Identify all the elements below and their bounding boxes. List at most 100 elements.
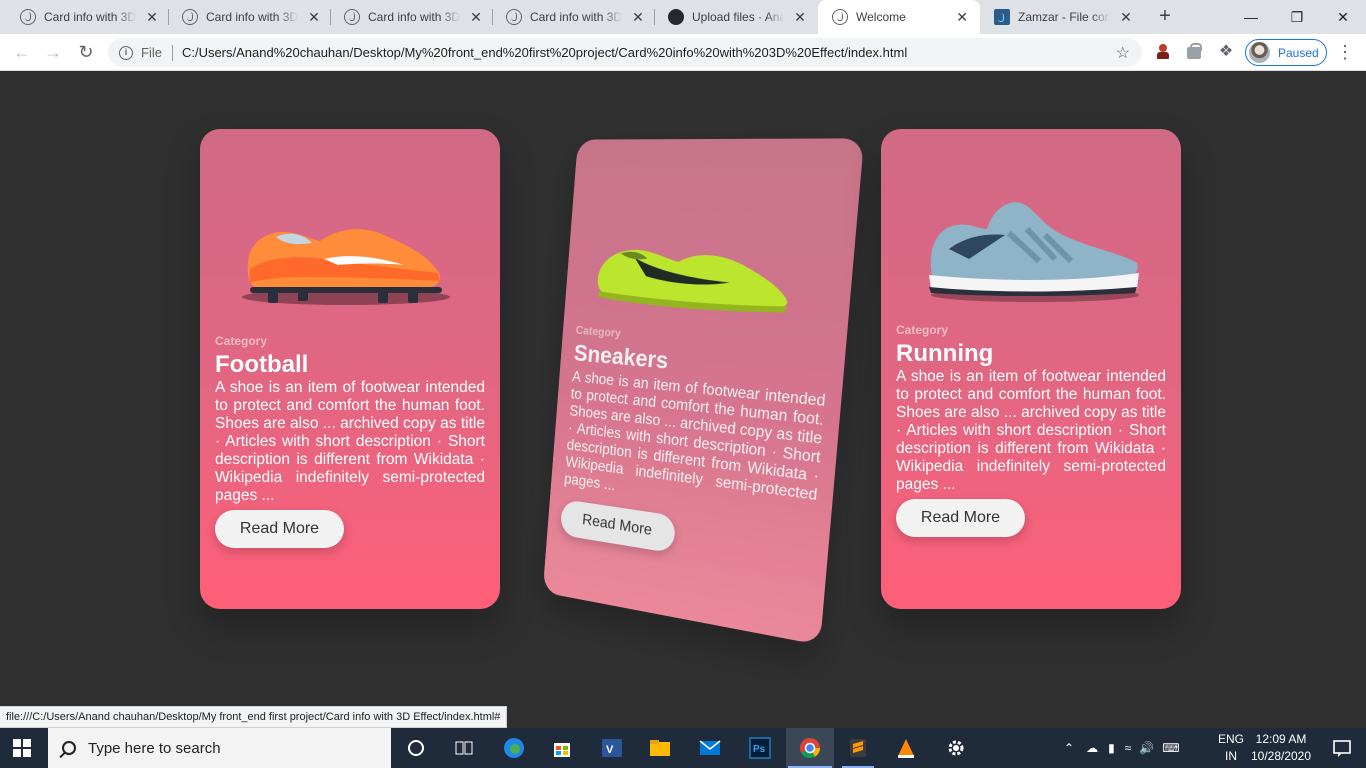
- divider: [171, 44, 173, 61]
- url-text[interactable]: C:/Users/Anand%20chauhan/Desktop/My%20fr…: [182, 45, 907, 60]
- tab-title: Card info with 3D Effect: [368, 10, 460, 24]
- new-tab-button[interactable]: +: [1154, 5, 1176, 27]
- sublime-text-icon[interactable]: [834, 728, 882, 768]
- sneakers-shoe-image: [596, 248, 792, 315]
- card-football: Category Football A shoe is an item of f…: [200, 129, 500, 609]
- tab-welcome[interactable]: Welcome ✕: [818, 0, 980, 34]
- cortana-icon[interactable]: [392, 728, 440, 768]
- close-icon[interactable]: ✕: [468, 9, 484, 26]
- chevron-up-icon[interactable]: ⌃: [1064, 741, 1074, 755]
- extension-chess-icon[interactable]: [1153, 42, 1173, 62]
- system-tray: ⌃ ☁ ▮ ≈ 🔊 ⌨: [1064, 728, 1214, 768]
- tab-title: Card info with 3D Effect: [206, 10, 298, 24]
- volume-icon[interactable]: 🔊: [1139, 741, 1154, 755]
- clock[interactable]: 12:09 AM 10/28/2020: [1248, 731, 1314, 765]
- action-center-icon[interactable]: [1318, 728, 1366, 768]
- forward-arrow-icon[interactable]: →: [41, 40, 65, 64]
- task-view-icon[interactable]: [440, 728, 488, 768]
- clock-time: 12:09 AM: [1255, 732, 1307, 746]
- card-title: Running: [896, 340, 994, 367]
- taskbar: Type here to search V Ps ⌃ ☁ ▮ ≈ 🔊 ⌨ ENG…: [0, 728, 1366, 768]
- vlc-icon[interactable]: [882, 728, 930, 768]
- close-icon[interactable]: ✕: [306, 9, 322, 26]
- store-icon[interactable]: [538, 728, 586, 768]
- globe-icon: [344, 9, 360, 25]
- zamzar-icon: [994, 9, 1010, 25]
- tab-card-info-3[interactable]: Card info with 3D Effect ✕: [330, 0, 494, 34]
- back-arrow-icon[interactable]: ←: [10, 40, 34, 64]
- browser-toolbar: ← → ↻ i File C:/Users/Anand%20chauhan/De…: [0, 34, 1366, 71]
- tab-card-info-2[interactable]: Card info with 3D Effect ✕: [168, 0, 332, 34]
- close-icon[interactable]: ✕: [954, 9, 970, 26]
- battery-icon[interactable]: ▮: [1108, 741, 1115, 755]
- github-icon: [668, 9, 684, 25]
- windows-start-icon[interactable]: [13, 739, 31, 757]
- tab-upload-files[interactable]: Upload files · Anand ✕: [654, 0, 818, 34]
- close-icon[interactable]: ✕: [792, 9, 808, 26]
- tab-card-info-1[interactable]: Card info with 3D Effect ✕: [6, 0, 170, 34]
- tab-title: Welcome: [856, 10, 906, 24]
- scheme-label: File: [141, 45, 162, 60]
- bookmark-star-icon[interactable]: ☆: [1116, 43, 1130, 63]
- search-icon: [62, 741, 76, 755]
- status-bar-url: file:///C:/Users/Anand chauhan/Desktop/M…: [0, 706, 508, 728]
- globe-icon: [182, 9, 198, 25]
- close-window-button[interactable]: ✕: [1320, 0, 1366, 34]
- kebab-menu-icon[interactable]: ⋮: [1336, 40, 1354, 64]
- card-description: A shoe is an item of footwear intended t…: [563, 368, 827, 505]
- visual-studio-icon[interactable]: V: [588, 728, 636, 768]
- edge-icon[interactable]: [490, 728, 538, 768]
- language-code: ENG: [1217, 732, 1244, 746]
- mail-icon[interactable]: [686, 728, 734, 768]
- language-indicator[interactable]: ENG IN: [1216, 731, 1246, 765]
- wifi-icon[interactable]: ≈: [1125, 741, 1132, 755]
- tab-title: Card info with 3D Effect: [530, 10, 622, 24]
- card-running: Category Running A shoe is an item of fo…: [881, 129, 1181, 609]
- onedrive-cloud-icon[interactable]: ☁: [1086, 741, 1098, 755]
- info-icon[interactable]: i: [119, 45, 133, 60]
- taskbar-search-input[interactable]: Type here to search: [48, 728, 391, 768]
- maximize-button[interactable]: ❐: [1274, 0, 1320, 34]
- photoshop-icon[interactable]: Ps: [736, 728, 784, 768]
- minimize-button[interactable]: —: [1228, 0, 1274, 34]
- card-description: A shoe is an item of footwear intended t…: [896, 368, 1166, 493]
- tab-title: Zamzar - File conversion: [1018, 10, 1110, 24]
- tab-strip: Card info with 3D Effect ✕ Card info wit…: [0, 0, 1366, 34]
- reload-icon[interactable]: ↻: [74, 40, 98, 64]
- close-icon[interactable]: ✕: [630, 9, 646, 26]
- svg-text:V: V: [606, 744, 614, 756]
- tab-title: Upload files · Anand: [692, 10, 784, 24]
- running-shoe-image: [929, 202, 1139, 302]
- read-more-button[interactable]: Read More: [896, 499, 1025, 537]
- settings-gear-icon[interactable]: [932, 728, 980, 768]
- card-category: Category: [215, 334, 268, 348]
- extension-lock-icon[interactable]: [1184, 42, 1204, 62]
- card-category: Category: [896, 323, 949, 337]
- close-icon[interactable]: ✕: [1118, 9, 1134, 26]
- profile-status: Paused: [1278, 45, 1319, 60]
- globe-icon: [832, 9, 848, 25]
- globe-icon: [506, 9, 522, 25]
- football-shoe-image: [242, 229, 450, 305]
- tab-card-info-4[interactable]: Card info with 3D Effect ✕: [492, 0, 656, 34]
- avatar: [1249, 42, 1270, 63]
- clock-date: 10/28/2020: [1250, 749, 1312, 763]
- card-sneakers: Category Sneakers A shoe is an item of f…: [542, 138, 865, 646]
- close-icon[interactable]: ✕: [144, 9, 160, 26]
- extensions-puzzle-icon[interactable]: ❖: [1216, 42, 1236, 62]
- file-explorer-icon[interactable]: [636, 728, 684, 768]
- read-more-button[interactable]: Read More: [215, 510, 344, 548]
- keyboard-icon[interactable]: ⌨: [1162, 741, 1179, 755]
- tab-zamzar[interactable]: Zamzar - File conversion ✕: [980, 0, 1144, 34]
- profile-button[interactable]: Paused: [1245, 39, 1327, 66]
- card-category: Category: [575, 323, 622, 341]
- page-content: Category Football A shoe is an item of f…: [0, 72, 1366, 706]
- chrome-icon[interactable]: [786, 728, 834, 768]
- region-code: IN: [1225, 749, 1237, 763]
- read-more-button[interactable]: Read More: [559, 499, 677, 554]
- svg-text:Ps: Ps: [753, 744, 766, 755]
- globe-icon: [20, 9, 36, 25]
- search-placeholder: Type here to search: [88, 739, 221, 757]
- address-bar[interactable]: i File C:/Users/Anand%20chauhan/Desktop/…: [108, 38, 1142, 67]
- card-description: A shoe is an item of footwear intended t…: [215, 379, 485, 504]
